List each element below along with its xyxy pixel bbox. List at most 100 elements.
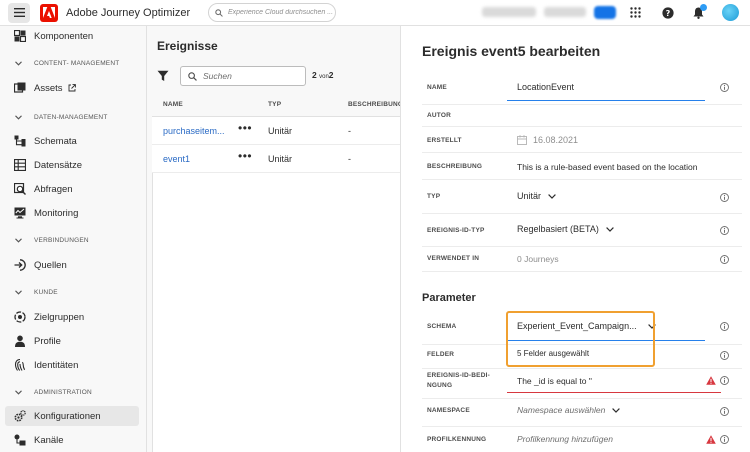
nav-item-schemata[interactable]: Schemata [5, 131, 139, 151]
page-title: Ereignis event5 bearbeiten [422, 43, 601, 59]
field-label-type: TYP [427, 193, 441, 200]
apps-grid-icon [630, 7, 641, 18]
event-name-link[interactable]: purchaseitem... [163, 126, 225, 136]
blurred-org[interactable] [482, 7, 536, 17]
datasets-icon [14, 159, 26, 171]
name-field[interactable]: LocationEvent [517, 82, 574, 92]
app-title: Adobe Journey Optimizer [66, 6, 191, 19]
nav-section-customer[interactable]: KUNDE [15, 289, 58, 296]
event-description: - [348, 154, 351, 164]
info-icon[interactable] [720, 351, 729, 360]
gear-icon [14, 410, 26, 422]
nav-item-konfigurationen[interactable]: Konfigurationen [5, 406, 139, 426]
field-label-schema: SCHEMA [427, 323, 457, 330]
nav-item-profile[interactable]: Profile [5, 331, 139, 351]
nav-item-quellen[interactable]: Quellen [5, 255, 139, 275]
blurred-button[interactable] [594, 6, 616, 19]
created-date: 16.08.2021 [533, 135, 579, 145]
field-label-name: NAME [427, 84, 447, 91]
divider [422, 426, 742, 427]
info-icon[interactable] [720, 407, 729, 416]
nav-item-abfragen[interactable]: Abfragen [5, 179, 139, 199]
table-row[interactable]: event1 ••• Unitär - [152, 145, 401, 173]
id-type-dropdown[interactable]: Regelbasiert (BETA) [517, 224, 614, 234]
column-header-type[interactable]: TYP [268, 101, 281, 108]
adobe-logo[interactable] [40, 3, 58, 22]
namespace-dropdown[interactable]: Namespace auswählen [517, 405, 621, 415]
divider [422, 246, 742, 247]
field-label-used-in: VERWENDET IN [427, 255, 480, 262]
events-panel: Ereignisse 2 von2 NAME TYP BESCHREIBUNG … [146, 26, 403, 452]
nav-item-komponenten[interactable]: Komponenten [5, 26, 139, 46]
help-icon: ? [661, 6, 674, 19]
global-search[interactable] [208, 3, 336, 22]
global-search-input[interactable] [228, 9, 333, 16]
field-label-fields: FELDER [427, 351, 455, 358]
divider [422, 368, 742, 369]
events-search[interactable] [180, 66, 306, 86]
nav-section-administration[interactable]: ADMINISTRATION [15, 389, 92, 396]
type-dropdown[interactable]: Unitär [517, 191, 556, 201]
info-icon[interactable] [720, 83, 729, 92]
alert-icon [706, 435, 716, 444]
divider [422, 179, 742, 180]
events-search-input[interactable] [203, 71, 303, 81]
more-actions-button[interactable]: ••• [238, 121, 252, 135]
nav-item-datensaetze[interactable]: Datensätze [5, 155, 139, 175]
field-label-description: BESCHREIBUNG [427, 163, 483, 170]
help-button[interactable]: ? [660, 5, 675, 20]
field-label-author: AUTOR [427, 112, 451, 119]
description-field[interactable]: This is a rule-based event based on the … [517, 162, 698, 172]
schema-icon [14, 135, 26, 147]
channels-icon [14, 434, 26, 446]
chevron-down-icon [606, 227, 614, 232]
chevron-down-icon [15, 238, 22, 243]
info-icon[interactable] [720, 376, 729, 385]
nav-section-connections[interactable]: VERBINDUNGEN [15, 237, 89, 244]
monitoring-icon [14, 207, 26, 219]
info-icon[interactable] [720, 255, 729, 264]
left-navigation: Komponenten CONTENT- MANAGEMENT Assets D… [0, 26, 146, 452]
name-field-underline [507, 100, 705, 101]
info-icon[interactable] [720, 193, 729, 202]
nav-item-assets[interactable]: Assets [5, 78, 139, 98]
nav-item-zielgruppen[interactable]: Zielgruppen [5, 307, 139, 327]
divider [422, 213, 742, 214]
sources-icon [14, 259, 26, 271]
menu-button[interactable] [8, 2, 30, 23]
nav-item-kanaele[interactable]: Kanäle [5, 430, 139, 450]
nav-section-data[interactable]: DATEN-MANAGEMENT [15, 114, 108, 121]
avatar[interactable] [722, 4, 739, 21]
nav-label: Komponenten [34, 30, 94, 42]
blurred-sandbox[interactable] [544, 7, 586, 17]
svg-text:?: ? [665, 9, 670, 18]
result-count: 2 von2 [312, 70, 334, 80]
field-label-profile-id: PROFILKENNUNG [427, 436, 487, 443]
info-icon[interactable] [720, 226, 729, 235]
event-name-link[interactable]: event1 [163, 154, 190, 164]
id-condition-field[interactable]: The _id is equal to " [517, 376, 592, 386]
divider [422, 104, 742, 105]
used-in-value: 0 Journeys [517, 254, 559, 264]
nav-item-monitoring[interactable]: Monitoring [5, 203, 139, 223]
profile-id-field[interactable]: Profilkennung hinzufügen [517, 434, 613, 444]
table-row[interactable]: purchaseitem... ••• Unitär - [152, 117, 401, 145]
search-icon [215, 8, 223, 17]
chevron-down-icon [15, 290, 22, 295]
info-icon[interactable] [720, 322, 729, 331]
notification-badge [700, 4, 707, 11]
info-icon[interactable] [720, 435, 729, 444]
event-type: Unitär [268, 154, 293, 164]
filter-icon[interactable] [157, 70, 169, 82]
chevron-down-icon [612, 408, 621, 414]
column-header-description[interactable]: BESCHREIBUNG [348, 101, 403, 108]
adobe-icon [43, 7, 55, 18]
apps-button[interactable] [628, 5, 643, 20]
nav-section-content[interactable]: CONTENT- MANAGEMENT [15, 60, 119, 67]
nav-item-identitaeten[interactable]: Identitäten [5, 355, 139, 375]
chevron-down-icon [15, 390, 22, 395]
profile-icon [15, 335, 25, 347]
more-actions-button[interactable]: ••• [238, 149, 252, 163]
event-type: Unitär [268, 126, 293, 136]
column-header-name[interactable]: NAME [163, 101, 183, 108]
